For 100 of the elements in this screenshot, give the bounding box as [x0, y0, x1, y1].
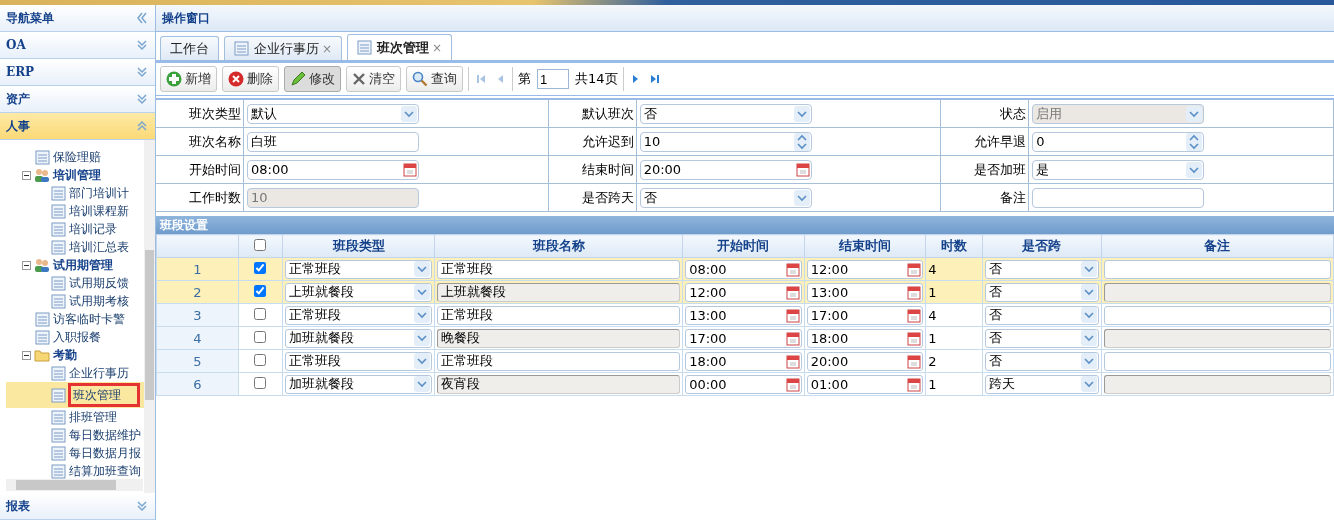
- tree-item[interactable]: 培训管理: [52, 166, 102, 184]
- calendar-icon[interactable]: [785, 261, 800, 277]
- select-field[interactable]: 是: [1032, 159, 1205, 180]
- tree-item[interactable]: 班次管理: [68, 383, 140, 407]
- date-field[interactable]: 18:00: [806, 328, 924, 348]
- date-field[interactable]: 13:00: [806, 282, 924, 302]
- calendar-icon[interactable]: [907, 353, 922, 369]
- text-field[interactable]: [1103, 328, 1331, 348]
- text-field[interactable]: [1103, 259, 1331, 279]
- row-checkbox[interactable]: [254, 284, 267, 297]
- calendar-icon[interactable]: [907, 284, 922, 300]
- date-field[interactable]: 18:00: [685, 351, 802, 371]
- text-field[interactable]: [1103, 305, 1331, 325]
- calendar-icon[interactable]: [785, 284, 800, 300]
- collapse-toggle-icon[interactable]: [22, 170, 31, 180]
- spinner-arrows-icon[interactable]: [1186, 132, 1203, 151]
- select-field[interactable]: 正常班段: [285, 351, 433, 371]
- select-all-checkbox[interactable]: [254, 238, 267, 251]
- calendar-icon[interactable]: [795, 162, 810, 177]
- tree-item[interactable]: 每日数据月报: [68, 444, 142, 462]
- tree-item[interactable]: 企业行事历: [68, 364, 130, 382]
- tab[interactable]: 企业行事历 ×: [224, 36, 343, 60]
- select-field[interactable]: 跨天: [985, 374, 1099, 394]
- calendar-icon[interactable]: [785, 307, 800, 323]
- calendar-icon[interactable]: [907, 307, 922, 323]
- tree-item[interactable]: 结算加班查询: [68, 462, 142, 480]
- date-field[interactable]: 20:00: [639, 159, 812, 180]
- collapse-toggle-icon[interactable]: [22, 350, 31, 360]
- tab[interactable]: 工作台: [160, 36, 219, 60]
- tree-item[interactable]: 培训汇总表: [68, 238, 130, 256]
- date-field[interactable]: 12:00: [806, 259, 924, 279]
- text-field[interactable]: 白班: [247, 131, 419, 152]
- tree-item[interactable]: 试用期反馈: [68, 274, 130, 292]
- tree-item[interactable]: 访客临时卡警: [52, 310, 126, 328]
- text-field[interactable]: [1103, 282, 1331, 302]
- select-field[interactable]: 加班就餐段: [285, 328, 433, 348]
- select-field[interactable]: 否: [985, 305, 1099, 325]
- collapse-toggle-icon[interactable]: [22, 260, 31, 270]
- date-field[interactable]: 20:00: [806, 351, 924, 371]
- toolbar-button[interactable]: 清空: [346, 66, 401, 92]
- date-field[interactable]: 01:00: [806, 374, 924, 394]
- select-field[interactable]: 否: [985, 259, 1099, 279]
- accordion-header[interactable]: ERP: [0, 59, 155, 86]
- select-field[interactable]: 正常班段: [285, 259, 433, 279]
- calendar-icon[interactable]: [785, 330, 800, 346]
- text-field[interactable]: 上班就餐段: [437, 282, 681, 302]
- select-field[interactable]: 否: [985, 282, 1099, 302]
- toolbar-button[interactable]: 查询: [406, 66, 463, 92]
- tree-item[interactable]: 培训记录: [68, 220, 118, 238]
- horizontal-scrollbar[interactable]: [6, 479, 143, 491]
- tab[interactable]: 班次管理 ×: [347, 34, 453, 60]
- toolbar-button[interactable]: 删除: [222, 66, 279, 92]
- collapse-icon[interactable]: [135, 11, 149, 25]
- date-field[interactable]: 17:00: [685, 328, 802, 348]
- row-checkbox[interactable]: [254, 307, 267, 320]
- calendar-icon[interactable]: [907, 376, 922, 392]
- tree-item[interactable]: 试用期考核: [68, 292, 130, 310]
- first-page-icon[interactable]: [474, 72, 488, 86]
- select-field[interactable]: 否: [985, 351, 1099, 371]
- text-field[interactable]: 夜宵段: [437, 374, 681, 394]
- tree-item[interactable]: 保险理赔: [52, 148, 102, 166]
- select-field[interactable]: 上班就餐段: [285, 282, 433, 302]
- accordion-header[interactable]: 报表: [0, 493, 155, 520]
- toolbar-button[interactable]: 修改: [284, 66, 341, 92]
- date-field[interactable]: 17:00: [806, 305, 924, 325]
- date-field[interactable]: 08:00: [247, 159, 419, 180]
- select-field[interactable]: 默认: [247, 103, 419, 124]
- tree-item[interactable]: 试用期管理: [52, 256, 114, 274]
- date-field[interactable]: 13:00: [685, 305, 802, 325]
- select-field[interactable]: 正常班段: [285, 305, 433, 325]
- tree-item[interactable]: 考勤: [52, 346, 78, 364]
- row-checkbox[interactable]: [254, 330, 267, 343]
- calendar-icon[interactable]: [907, 261, 922, 277]
- select-field[interactable]: 否: [985, 328, 1099, 348]
- row-checkbox[interactable]: [254, 376, 267, 389]
- toolbar-button[interactable]: 新增: [160, 66, 217, 92]
- text-field[interactable]: 正常班段: [437, 305, 681, 325]
- page-input[interactable]: 1: [537, 69, 569, 89]
- accordion-header[interactable]: 人事: [0, 113, 155, 140]
- select-field[interactable]: 否: [639, 187, 812, 208]
- text-field[interactable]: 正常班段: [437, 351, 681, 371]
- text-field[interactable]: 晚餐段: [437, 328, 681, 348]
- tree-item[interactable]: 每日数据维护: [68, 426, 142, 444]
- text-field[interactable]: [1103, 351, 1331, 371]
- tree-item[interactable]: 入职报餐: [52, 328, 102, 346]
- text-field[interactable]: [1103, 374, 1331, 394]
- tree-item[interactable]: 培训课程新: [68, 202, 130, 220]
- text-field[interactable]: [1032, 187, 1205, 208]
- spin-field[interactable]: 10: [639, 131, 812, 152]
- row-checkbox[interactable]: [254, 261, 267, 274]
- vertical-scrollbar[interactable]: [144, 140, 155, 493]
- date-field[interactable]: 00:00: [685, 374, 802, 394]
- date-field[interactable]: 12:00: [685, 282, 802, 302]
- row-checkbox[interactable]: [254, 353, 267, 366]
- calendar-icon[interactable]: [785, 353, 800, 369]
- select-field[interactable]: 否: [639, 103, 812, 124]
- spinner-arrows-icon[interactable]: [793, 132, 810, 151]
- date-field[interactable]: 08:00: [685, 259, 802, 279]
- calendar-icon[interactable]: [907, 330, 922, 346]
- calendar-icon[interactable]: [785, 376, 800, 392]
